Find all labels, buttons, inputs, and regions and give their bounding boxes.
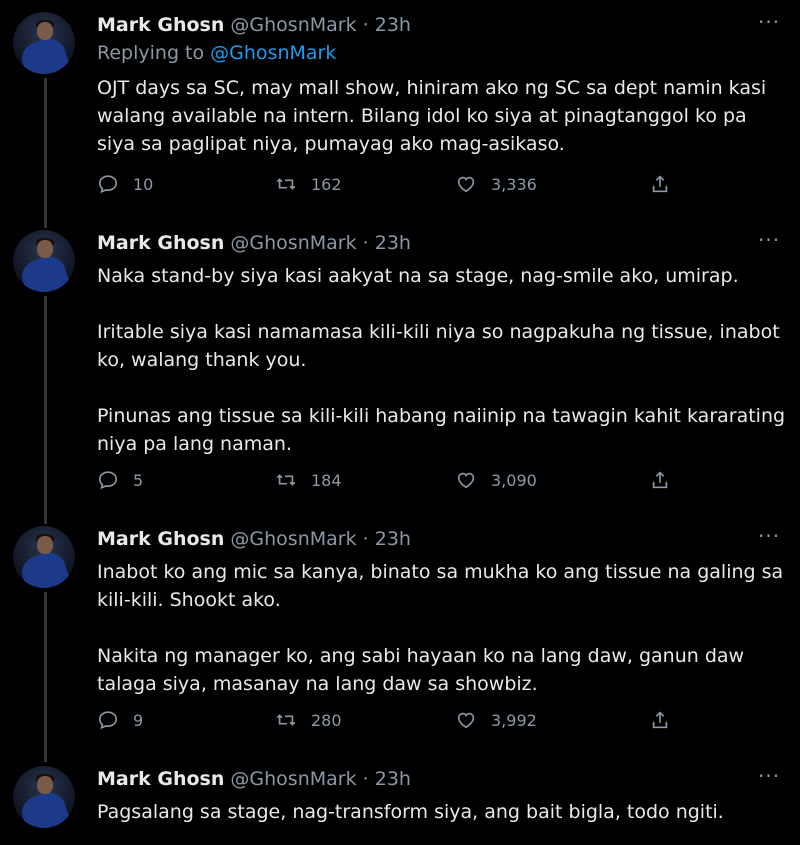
- share-icon: [652, 175, 668, 193]
- tweet[interactable]: Mark Ghosn @GhosnMark · 23h ··· Replying…: [0, 0, 800, 220]
- like-icon: [457, 176, 475, 193]
- tweet-header: Mark Ghosn @GhosnMark · 23h: [97, 12, 411, 38]
- reply-count: 9: [133, 710, 144, 730]
- separator-dot: ·: [362, 232, 369, 254]
- avatar[interactable]: [13, 230, 75, 292]
- tweet-paragraph: Naka stand-by siya kasi aakyat na sa sta…: [97, 265, 739, 287]
- separator-dot: ·: [362, 14, 369, 36]
- more-icon[interactable]: ···: [758, 764, 780, 788]
- author-handle[interactable]: @GhosnMark: [230, 768, 356, 790]
- tweet-paragraph: Iritable siya kasi namamasa kili-kili ni…: [97, 321, 780, 371]
- like-icon: [457, 712, 475, 729]
- tweet-text: OJT days sa SC, may mall show, hiniram a…: [97, 74, 787, 158]
- more-icon[interactable]: ···: [758, 524, 780, 548]
- tweet-actions: 5 184 3,090: [97, 466, 697, 494]
- reply-button[interactable]: 9: [97, 706, 143, 734]
- tweet[interactable]: Mark Ghosn @GhosnMark · 23h ··· Pagsalan…: [0, 754, 800, 845]
- author-name[interactable]: Mark Ghosn: [97, 232, 224, 254]
- replying-to-link[interactable]: @GhosnMark: [210, 42, 336, 64]
- tweet-text: Pagsalang sa stage, nag-transform siya, …: [97, 798, 787, 826]
- reply-count: 5: [133, 470, 144, 490]
- retweet-button[interactable]: 162: [275, 170, 342, 198]
- tweet-time[interactable]: 23h: [375, 232, 411, 254]
- tweet-time[interactable]: 23h: [375, 768, 411, 790]
- like-count: 3,336: [491, 174, 537, 194]
- share-button[interactable]: [649, 706, 671, 734]
- separator-dot: ·: [362, 528, 369, 550]
- reply-count: 10: [133, 174, 154, 194]
- tweet-header: Mark Ghosn @GhosnMark · 23h: [97, 526, 411, 552]
- author-name[interactable]: Mark Ghosn: [97, 768, 224, 790]
- retweet-count: 280: [311, 710, 342, 730]
- tweet-time[interactable]: 23h: [375, 14, 411, 36]
- tweet-text: Naka stand-by siya kasi aakyat na sa sta…: [97, 262, 787, 458]
- tweet-header: Mark Ghosn @GhosnMark · 23h: [97, 230, 411, 256]
- tweet[interactable]: Mark Ghosn @GhosnMark · 23h ··· Naka sta…: [0, 218, 800, 514]
- retweet-icon: [276, 178, 296, 190]
- share-icon: [652, 471, 668, 489]
- avatar[interactable]: [13, 766, 75, 828]
- separator-dot: ·: [362, 768, 369, 790]
- like-icon: [457, 472, 475, 489]
- reply-icon: [98, 175, 118, 194]
- avatar[interactable]: [13, 12, 75, 74]
- like-count: 3,992: [491, 710, 537, 730]
- author-handle[interactable]: @GhosnMark: [230, 232, 356, 254]
- reply-icon: [98, 711, 118, 730]
- tweet-paragraph: Nakita ng manager ko, ang sabi hayaan ko…: [97, 645, 745, 695]
- retweet-icon: [276, 474, 296, 486]
- retweet-count: 162: [311, 174, 342, 194]
- tweet-paragraph: Inabot ko ang mic sa kanya, binato sa mu…: [97, 561, 784, 611]
- tweet-actions: 9 280 3,992: [97, 706, 697, 734]
- tweet-text: Inabot ko ang mic sa kanya, binato sa mu…: [97, 558, 787, 698]
- reply-button[interactable]: 5: [97, 466, 143, 494]
- share-icon: [652, 711, 668, 729]
- retweet-icon: [276, 714, 296, 726]
- share-button[interactable]: [649, 170, 671, 198]
- like-button[interactable]: 3,336: [455, 170, 537, 198]
- reply-icon: [98, 471, 118, 490]
- replying-to-label: Replying to: [97, 42, 211, 64]
- author-name[interactable]: Mark Ghosn: [97, 528, 224, 550]
- tweet-paragraph: Pinunas ang tissue sa kili-kili habang n…: [97, 405, 786, 455]
- avatar[interactable]: [13, 526, 75, 588]
- retweet-button[interactable]: 184: [275, 466, 342, 494]
- author-handle[interactable]: @GhosnMark: [230, 528, 356, 550]
- tweet[interactable]: Mark Ghosn @GhosnMark · 23h ··· Inabot k…: [0, 514, 800, 754]
- tweet-header: Mark Ghosn @GhosnMark · 23h: [97, 766, 411, 792]
- tweet-paragraph: OJT days sa SC, may mall show, hiniram a…: [97, 77, 767, 155]
- more-icon[interactable]: ···: [758, 228, 780, 252]
- retweet-button[interactable]: 280: [275, 706, 342, 734]
- tweet-time[interactable]: 23h: [375, 528, 411, 550]
- reply-button[interactable]: 10: [97, 170, 153, 198]
- like-count: 3,090: [491, 470, 537, 490]
- author-name[interactable]: Mark Ghosn: [97, 14, 224, 36]
- like-button[interactable]: 3,992: [455, 706, 537, 734]
- tweet-actions: 10 162 3,336: [97, 170, 697, 198]
- more-icon[interactable]: ···: [758, 10, 780, 34]
- share-button[interactable]: [649, 466, 671, 494]
- retweet-count: 184: [311, 470, 342, 490]
- like-button[interactable]: 3,090: [455, 466, 537, 494]
- author-handle[interactable]: @GhosnMark: [230, 14, 356, 36]
- tweet-paragraph: Pagsalang sa stage, nag-transform siya, …: [97, 801, 724, 823]
- replying-to: Replying to @GhosnMark: [97, 42, 336, 64]
